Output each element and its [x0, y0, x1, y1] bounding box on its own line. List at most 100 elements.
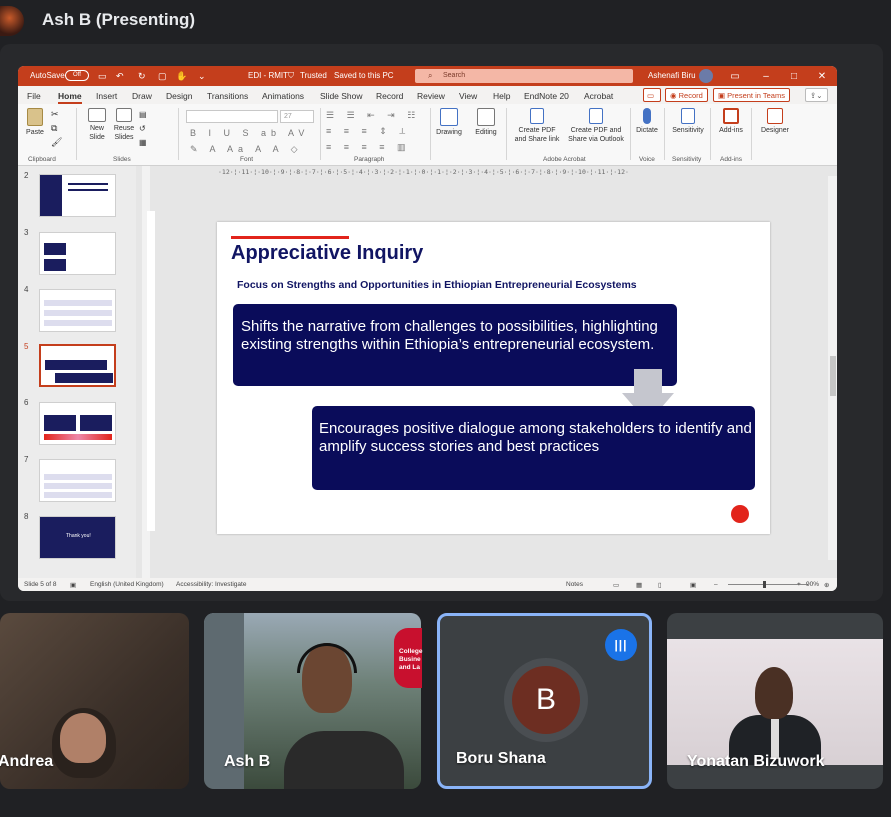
presenter-view-icon[interactable]: ▣	[690, 581, 696, 589]
undo-icon[interactable]: ↶	[116, 71, 124, 82]
zoom-slider-thumb[interactable]	[763, 581, 766, 588]
slide-thumbnail-4[interactable]	[39, 289, 116, 332]
search-box[interactable]: Search	[415, 69, 633, 83]
participant-name: Ash B	[224, 753, 271, 770]
format-painter-icon[interactable]: 🖌	[51, 138, 62, 147]
slide-box-dialogue: Encourages positive dialogue among stake…	[312, 406, 755, 490]
status-bar: Slide 5 of 8 ▣ English (United Kingdom) …	[18, 578, 837, 591]
add-ins-button[interactable]: Add-ins	[714, 108, 748, 135]
ribbon-divider	[178, 108, 179, 160]
text-direction-buttons[interactable]: ≡ ≡ ≡ ⇕ ⟂	[326, 126, 410, 137]
reuse-slides-button[interactable]: Reuse Slides	[111, 108, 137, 142]
language[interactable]: English (United Kingdom)	[90, 581, 164, 588]
slide-sorter-icon[interactable]: ▦	[636, 581, 642, 589]
menu-acrobat[interactable]: Acrobat	[584, 91, 613, 101]
maximize-icon[interactable]: □	[787, 71, 801, 82]
reset-icon[interactable]: ↺	[139, 124, 146, 133]
menu-animations[interactable]: Animations	[262, 91, 304, 101]
cut-icon[interactable]: ✂	[51, 110, 59, 119]
designer-button[interactable]: Designer	[755, 108, 795, 135]
dictate-button[interactable]: Dictate	[634, 108, 660, 135]
participant-tile-yonatan-bizuwork[interactable]: Yonatan Bizuwork	[667, 613, 883, 789]
menu-home[interactable]: Home	[58, 91, 82, 104]
slide-thumbnail-5[interactable]	[39, 344, 116, 387]
saved-status[interactable]: Saved to this PC	[334, 71, 394, 80]
redo-icon[interactable]: ↻	[138, 71, 146, 82]
fit-slide-icon[interactable]: ⊕	[824, 581, 829, 589]
drawing-button[interactable]: Drawing	[434, 108, 464, 137]
touch-mode-icon[interactable]: ✋	[176, 71, 187, 82]
slide-thumbnail-6[interactable]	[39, 402, 116, 445]
font-style-buttons[interactable]: B I U S ab AV	[190, 128, 309, 138]
autosave-toggle[interactable]: Off	[65, 70, 89, 81]
participant-tile-boru-shana[interactable]: B ||| Boru Shana	[437, 613, 652, 789]
minimize-icon[interactable]: –	[759, 71, 773, 82]
slideshow-icon[interactable]: ▢	[158, 71, 167, 82]
menu-slideshow[interactable]: Slide Show	[320, 91, 363, 101]
menu-record[interactable]: Record	[376, 91, 403, 101]
current-slide[interactable]: Appreciative Inquiry Focus on Strengths …	[217, 222, 770, 534]
font-name-field[interactable]	[186, 110, 278, 123]
customize-icon[interactable]: ⌄	[198, 71, 206, 82]
paste-button[interactable]: Paste	[24, 108, 46, 137]
participant-video	[667, 639, 883, 765]
thumb-shape	[44, 474, 112, 480]
copy-icon[interactable]: ⧉	[51, 124, 57, 133]
font-color-buttons[interactable]: ✎ A Aa A A ◇	[190, 144, 303, 155]
menu-view[interactable]: View	[459, 91, 477, 101]
sensitivity-button[interactable]: Sensitivity	[668, 108, 708, 135]
menu-review[interactable]: Review	[417, 91, 445, 101]
zoom-in-icon[interactable]: +	[797, 581, 801, 588]
menu-design[interactable]: Design	[166, 91, 192, 101]
close-icon[interactable]: ✕	[815, 71, 829, 82]
ribbon-divider	[664, 108, 665, 160]
record-button[interactable]: ◉ Record	[665, 88, 708, 102]
zoom-level[interactable]: 90%	[806, 581, 819, 588]
create-pdf-share-label: Create PDF and Share link	[514, 127, 560, 143]
slide-subtitle: Focus on Strengths and Opportunities in …	[237, 279, 637, 291]
ribbon-display-icon[interactable]: ▭	[728, 71, 742, 82]
zoom-slider[interactable]	[728, 584, 808, 585]
zoom-out-icon[interactable]: –	[714, 581, 718, 588]
user-name[interactable]: Ashenafi Biru	[648, 71, 696, 80]
notes-button[interactable]: Notes	[566, 581, 583, 588]
layout-icon[interactable]: ▤	[139, 110, 147, 119]
thumb-shape	[44, 243, 66, 255]
new-slide-button[interactable]: New Slide	[84, 108, 110, 142]
comments-icon[interactable]: ▭	[643, 88, 661, 102]
slide-thumbnail-3[interactable]	[39, 232, 116, 275]
reading-view-icon[interactable]: ▯	[658, 581, 662, 589]
thumb-number: 8	[24, 512, 29, 521]
menu-file[interactable]: File	[27, 91, 41, 101]
participant-tile-ash-b[interactable]: Ash B	[204, 613, 421, 789]
align-buttons[interactable]: ≡ ≡ ≡ ≡ ▥	[326, 142, 411, 153]
section-icon[interactable]: ▦	[139, 138, 147, 147]
slide-scrollbar-thumb[interactable]	[830, 356, 836, 396]
ribbon-home: Paste ✂ ⧉ 🖌 Clipboard New Slide Reuse Sl…	[18, 104, 837, 166]
menu-insert[interactable]: Insert	[96, 91, 117, 101]
participant-body	[284, 731, 404, 789]
share-icon[interactable]: ⇪⌄	[805, 88, 828, 102]
ribbon-divider	[751, 108, 752, 160]
create-pdf-share-link-button[interactable]: Create PDF and Share link	[510, 108, 564, 144]
user-avatar[interactable]	[699, 69, 713, 83]
menu-help[interactable]: Help	[493, 91, 510, 101]
slide-thumbnail-7[interactable]	[39, 459, 116, 502]
normal-view-icon[interactable]: ▭	[613, 581, 619, 589]
accessibility-status[interactable]: Accessibility: Investigate	[176, 581, 246, 588]
save-icon[interactable]: ▭	[98, 71, 107, 82]
editing-label: Editing	[475, 129, 497, 136]
slide-thumbnail-8[interactable]: Thank you!	[39, 516, 116, 559]
list-buttons[interactable]: ☰ ☰ ⇤ ⇥ ☷	[326, 110, 420, 121]
editing-button[interactable]: Editing	[472, 108, 500, 137]
spellcheck-icon[interactable]: ▣	[70, 581, 76, 589]
present-in-teams-button[interactable]: ▣ Present in Teams	[713, 88, 790, 102]
menu-draw[interactable]: Draw	[132, 91, 152, 101]
participant-tile-andrea[interactable]: Andrea	[0, 613, 189, 789]
menu-endnote[interactable]: EndNote 20	[524, 91, 569, 101]
font-size-field[interactable]: 27	[280, 110, 314, 123]
menu-transitions[interactable]: Transitions	[207, 91, 248, 101]
create-pdf-outlook-button[interactable]: Create PDF and Share via Outlook	[565, 108, 627, 144]
slide-thumbnail-2[interactable]	[39, 174, 116, 217]
ribbon-divider	[320, 108, 321, 160]
